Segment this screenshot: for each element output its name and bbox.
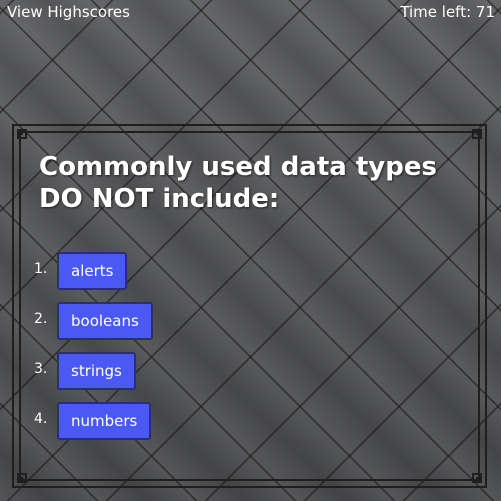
answer-button-numbers[interactable]: numbers xyxy=(57,402,152,440)
view-highscores-link[interactable]: View Highscores xyxy=(7,3,130,21)
answer-number: 3. xyxy=(34,361,48,377)
frame-corner-ornament xyxy=(472,129,482,139)
answer-button-alerts[interactable]: alerts xyxy=(57,252,128,290)
time-left-counter: Time left: 71 xyxy=(400,3,495,21)
frame-corner-ornament xyxy=(17,129,27,139)
top-bar: View Highscores Time left: 71 xyxy=(7,3,495,23)
question-text: Commonly used data types DO NOT include: xyxy=(39,152,437,214)
answer-number: 2. xyxy=(34,311,48,327)
answer-button-strings[interactable]: strings xyxy=(57,352,136,390)
answer-number: 1. xyxy=(34,261,48,277)
answer-button-booleans[interactable]: booleans xyxy=(57,302,153,340)
frame-corner-ornament xyxy=(17,473,27,483)
answer-number: 4. xyxy=(34,411,48,427)
frame-corner-ornament xyxy=(472,473,482,483)
